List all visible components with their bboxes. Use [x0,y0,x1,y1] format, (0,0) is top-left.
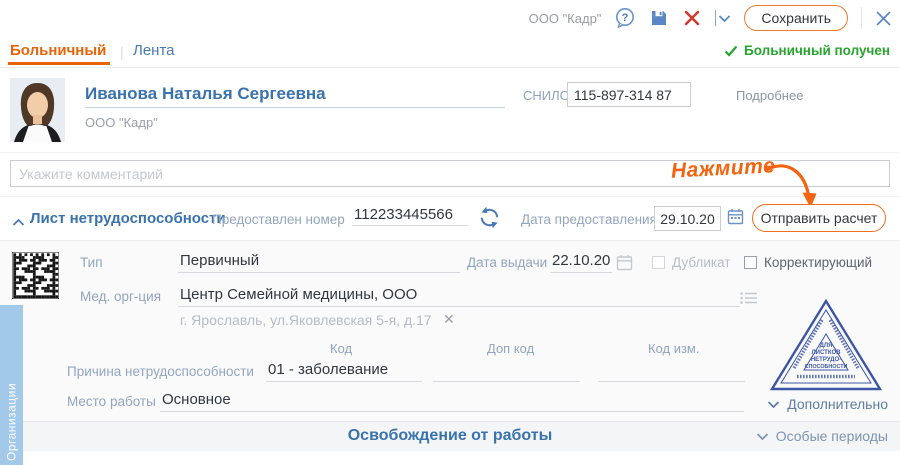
status-received: Больничный получен [724,43,890,58]
employee-name-link[interactable]: Иванова Наталья Сергеевна [85,84,326,104]
provided-date-input[interactable] [654,206,721,231]
duplicate-label: Дубликат [672,255,730,270]
correcting-checkbox[interactable] [744,256,757,269]
chevron-down-icon [756,432,769,441]
chevron-down-icon [718,14,731,23]
code-change-input[interactable] [598,363,745,382]
provided-date-label: Дата предоставления [521,212,657,227]
more-actions-dropdown[interactable] [715,10,731,26]
window-toolbar: ООО "Кадр" ? Сохранить [0,0,900,36]
snils-label: СНИЛС [523,88,569,103]
med-org-label: Мед. орг-ция [80,289,161,304]
svg-text:ДЛЯ: ДЛЯ [820,343,833,349]
check-icon [724,45,738,57]
sidebar-tab-organizations[interactable]: Организации [0,305,23,465]
help-icon[interactable]: ? [614,7,636,29]
clear-address-icon[interactable]: ✕ [443,311,455,328]
provided-number-input[interactable] [352,206,468,226]
svg-text:СПОСОБНОСТИ: СПОСОБНОСТИ [805,364,848,370]
employee-company: ООО "Кадр" [85,115,158,130]
save-button[interactable]: Сохранить [744,5,848,31]
additional-dropdown[interactable]: Дополнительно [767,396,888,412]
details-link[interactable]: Подробнее [736,88,803,103]
tab-feed[interactable]: Лента [133,42,175,59]
chevron-down-icon [767,400,780,409]
issue-date-label: Дата выдачи [467,255,547,270]
section-title: Лист нетрудоспособности [30,210,226,227]
close-icon[interactable] [875,10,892,27]
code-change-header: Код изм. [648,341,700,356]
type-value[interactable]: Первичный [178,252,460,273]
duplicate-checkbox [652,256,665,269]
save-icon[interactable] [649,8,669,28]
company-label: ООО "Кадр" [529,11,602,26]
provided-number-label: Предоставлен номер [212,212,345,227]
send-calculation-button[interactable]: Отправить расчет [752,204,886,232]
refresh-icon[interactable] [478,206,501,234]
status-received-label: Больничный получен [744,43,890,58]
correcting-label: Корректирующий [764,255,872,270]
cause-code-value[interactable]: 01 - заболевание [266,361,422,382]
calendar-disabled-icon [616,254,633,276]
svg-text:?: ? [622,12,629,24]
collapse-section-icon[interactable] [12,214,25,232]
special-periods-dropdown[interactable]: Особые периоды [756,428,888,444]
delete-icon[interactable] [682,8,702,28]
workplace-label: Место работы [67,394,156,409]
calendar-icon[interactable] [727,208,744,230]
med-org-address: г. Ярославль, ул.Яковлевская 5-я, д.17 [180,312,432,328]
employee-photo [10,78,65,142]
workplace-value[interactable]: Основное [160,391,744,412]
datamatrix-code [12,252,59,299]
extra-code-header: Доп код [487,341,534,356]
tab-sick-leave[interactable]: Больничный [10,42,106,59]
list-select-icon[interactable] [740,291,758,310]
code-header: Код [330,341,352,356]
issue-date-value[interactable]: 22.10.20 [550,252,612,273]
extra-code-input[interactable] [433,363,580,382]
med-org-value[interactable]: Центр Семейной медицины, ООО [178,286,740,307]
svg-text:ЛИСТКОВ: ЛИСТКОВ [811,350,841,356]
active-tab-underline [8,62,110,65]
type-label: Тип [80,255,103,270]
cause-label: Причина нетрудоспособности [67,364,254,379]
snils-input[interactable] [567,82,691,107]
svg-text:НЕТРУДО-: НЕТРУДО- [811,357,841,363]
sick-leave-stamp: ДЛЯ ЛИСТКОВ НЕТРУДО- СПОСОБНОСТИ [768,297,884,393]
